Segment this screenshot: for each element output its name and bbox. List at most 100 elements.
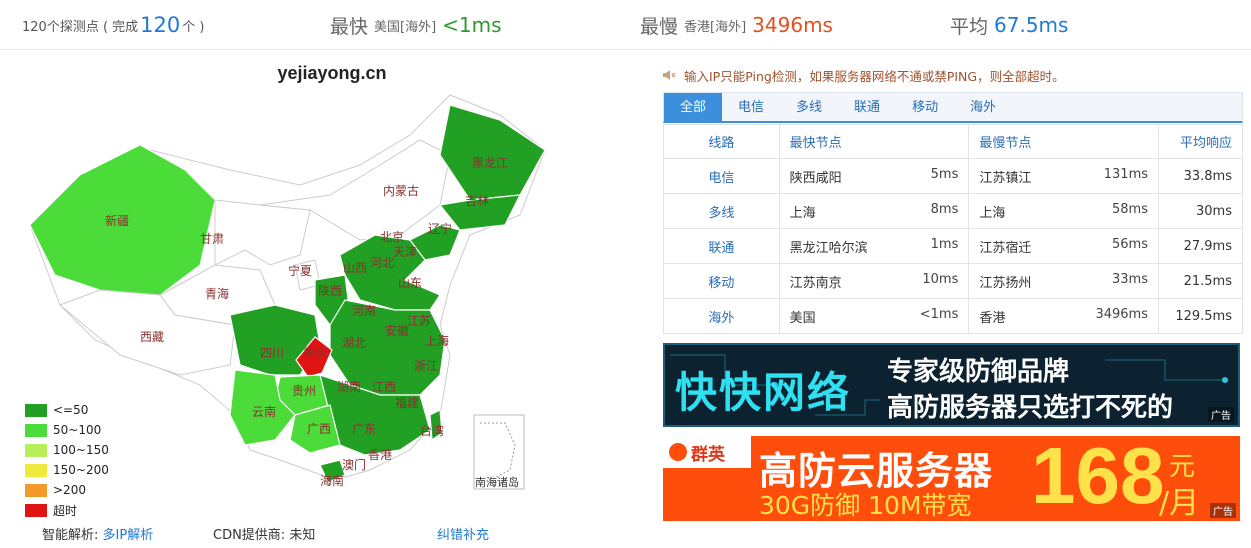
ad-banner-qunying[interactable]: 群英 高防云服务器 30G防御 10M带宽 168 元 /月 广告 [663, 436, 1240, 521]
legend-label: 超时 [53, 503, 78, 518]
legend-label: 50~100 [53, 423, 102, 437]
label-chongqing: 重庆 [303, 346, 327, 360]
row-fastest-node: 上海 [789, 205, 816, 221]
row-slowest-ms: 56ms [1112, 236, 1148, 252]
row-slowest-node: 香港 [979, 310, 1006, 326]
fastest-location: 美国[海外] [374, 19, 437, 35]
label-yunnan: 云南 [252, 404, 276, 419]
report-error-link[interactable]: 纠错补充 [437, 524, 489, 543]
row-slowest-node: 江苏宿迁 [979, 240, 1032, 256]
row-line: 多线 [663, 193, 780, 229]
row-fastest-ms: 5ms [930, 166, 959, 182]
label-guizhou: 贵州 [292, 384, 316, 398]
legend-item: 150~200 [25, 460, 109, 480]
average-label: 平均 [950, 15, 989, 38]
legend-item: 100~150 [25, 440, 109, 460]
label-sichuan: 四川 [260, 346, 284, 360]
header-slowest-node: 最慢节点 [968, 124, 1159, 159]
label-tianjin: 天津 [393, 245, 417, 259]
tab-overseas[interactable]: 海外 [954, 93, 1012, 122]
label-qinghai: 青海 [205, 286, 229, 301]
label-heilongjiang: 黑龙江 [472, 156, 508, 170]
legend-item: <=50 [25, 400, 109, 420]
table-header-row: 线路 最快节点 最慢节点 平均响应 [663, 124, 1243, 159]
probe-count-suffix: 个 ) [182, 19, 205, 35]
ad1-brand: 快快网络 [675, 368, 852, 417]
label-zhejiang: 浙江 [414, 359, 438, 373]
legend-item: >200 [25, 480, 109, 500]
legend-label: <=50 [53, 403, 89, 417]
row-slowest-ms: 58ms [1112, 201, 1148, 217]
row-fastest-cell: 黑龙江哈尔滨 1ms [778, 228, 970, 264]
cdn-value: 未知 [289, 528, 316, 543]
label-hubei: 湖北 [342, 335, 366, 350]
row-slowest-node: 江苏镇江 [979, 170, 1032, 186]
row-fastest-ms: 1ms [930, 236, 959, 252]
dns-link[interactable]: 多IP解析 [103, 528, 154, 543]
line-tabs: 全部 电信 多线 联通 移动 海外 [663, 92, 1243, 123]
ad1-line2: 高防服务器只选打不死的 [887, 393, 1174, 423]
legend-item: 50~100 [25, 420, 109, 440]
tab-unicom[interactable]: 联通 [838, 93, 896, 122]
legend-swatch [25, 403, 47, 417]
row-line: 海外 [663, 298, 780, 334]
table-row: 多线 上海 8ms 上海 58ms 30ms [663, 193, 1243, 229]
tab-multi[interactable]: 多线 [780, 93, 838, 122]
row-fastest-node: 江苏南京 [789, 275, 842, 291]
summary-bar: 120个探测点 ( 完成 120 个 ) 最快 美国[海外] <1ms 最慢 香… [0, 0, 1251, 50]
average-summary: 平均 67.5ms [950, 0, 1068, 50]
result-table: 线路 最快节点 最慢节点 平均响应 电信 陕西咸阳 5ms 江苏镇江 131ms 33.8… [663, 124, 1243, 334]
legend-swatch [25, 483, 47, 497]
row-average: 33.8ms [1158, 158, 1243, 194]
label-shanxi: 山西 [343, 261, 367, 275]
label-henan: 河南 [352, 303, 376, 318]
label-liaoning: 辽宁 [428, 221, 452, 236]
tab-telecom[interactable]: 电信 [722, 93, 780, 122]
ad1-line1: 专家级防御品牌 [887, 357, 1070, 387]
label-anhui: 安徽 [385, 323, 409, 338]
row-fastest-node: 陕西咸阳 [789, 170, 842, 186]
ad-banner-kuaikuai[interactable]: 快快网络 专家级防御品牌 高防服务器只选打不死的 广告 [663, 343, 1240, 427]
legend-swatch [25, 503, 47, 517]
label-guangxi: 广西 [307, 422, 331, 436]
row-fastest-node: 美国 [789, 310, 816, 326]
ping-notice: 输入IP只能Ping检测，如果服务器网络不通或禁PING，则全部超时。 [662, 64, 1065, 86]
speaker-muted-icon [663, 70, 676, 80]
label-hebei: 河北 [370, 256, 394, 270]
ad1-tag: 广告 [1208, 407, 1234, 422]
label-macau: 澳门 [342, 457, 366, 472]
label-shandong: 山东 [398, 276, 422, 290]
ad2-subline: 30G防御 10M带宽 [759, 491, 972, 520]
label-xizang: 西藏 [140, 330, 164, 344]
label-neimenggu: 内蒙古 [383, 183, 419, 198]
probe-count: 120个探测点 ( 完成 120 个 ) [22, 0, 204, 50]
region-gansu[interactable] [214, 199, 311, 266]
cdn-label: CDN提供商: [213, 528, 286, 543]
ad2-unit-bottom: /月 [1159, 486, 1200, 521]
row-line: 电信 [663, 158, 780, 194]
legend-swatch [25, 423, 47, 437]
tab-mobile[interactable]: 移动 [896, 93, 954, 122]
probe-count-number: 120 [140, 13, 181, 37]
row-slowest-cell: 香港 3496ms [968, 298, 1159, 334]
row-fastest-cell: 上海 8ms [778, 193, 970, 229]
probe-count-prefix: 120个探测点 ( 完成 [22, 19, 139, 35]
row-slowest-ms: 33ms [1112, 271, 1148, 287]
row-average: 30ms [1158, 193, 1243, 229]
table-row: 移动 江苏南京 10ms 江苏扬州 33ms 21.5ms [663, 263, 1243, 299]
ad2-price: 168 [1031, 436, 1165, 520]
row-average: 27.9ms [1158, 228, 1243, 264]
label-xinjiang: 新疆 [105, 213, 129, 228]
label-ningxia: 宁夏 [288, 263, 312, 278]
row-slowest-cell: 江苏扬州 33ms [968, 263, 1159, 299]
legend-label: 150~200 [53, 463, 109, 477]
row-slowest-cell: 江苏镇江 131ms [968, 158, 1159, 194]
row-fastest-ms: 10ms [922, 271, 959, 287]
ad2-logo-box: 群英 [663, 436, 751, 468]
slowest-label: 最慢 [640, 15, 679, 38]
tab-all[interactable]: 全部 [664, 93, 723, 122]
label-hunan: 湖南 [337, 379, 361, 394]
slowest-value: 3496ms [752, 13, 833, 37]
header-average: 平均响应 [1158, 124, 1243, 159]
label-shanghai: 上海 [425, 333, 449, 348]
